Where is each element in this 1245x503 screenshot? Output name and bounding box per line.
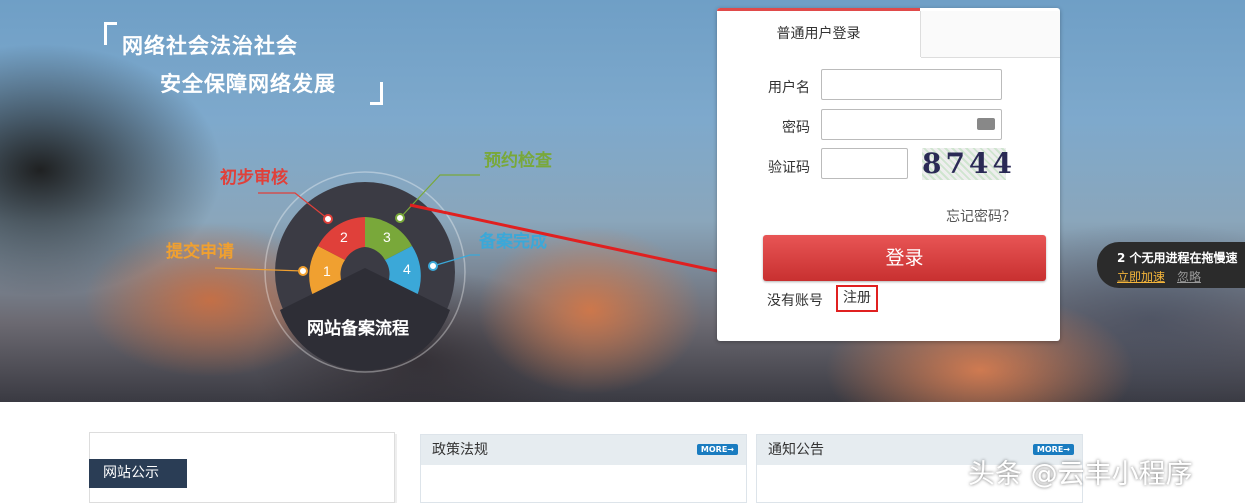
toast-text: 2 个无用进程在拖慢速 <box>1117 251 1238 265</box>
password-label: 密码 <box>782 120 810 136</box>
policy-more-button[interactable]: MORE→ <box>696 444 738 455</box>
notice-tab[interactable]: 网站公示 <box>89 459 187 488</box>
captcha-input[interactable] <box>821 148 908 179</box>
password-input[interactable] <box>821 109 1002 140</box>
keyboard-icon[interactable] <box>977 118 995 130</box>
policy-panel: 政策法规 MORE→ <box>420 434 747 503</box>
forgot-password-link[interactable]: 忘记密码？ <box>946 206 1016 226</box>
username-label: 用户名 <box>768 80 810 96</box>
username-input[interactable] <box>821 69 1002 100</box>
toast-speedup-link[interactable]: 立即加速 <box>1117 268 1165 285</box>
tab-user-login[interactable]: 普通用户登录 <box>717 11 921 57</box>
register-link[interactable]: 注册 <box>836 285 878 312</box>
notice-title: 通知公告 <box>768 442 824 458</box>
toast-ignore-link[interactable]: 忽略 <box>1177 268 1201 285</box>
captcha-image[interactable]: 8744 <box>922 148 1012 180</box>
speedup-toast: 2 个无用进程在拖慢速 立即加速 忽略 <box>1097 242 1245 288</box>
watermark: 头条 @云丰小程序 <box>968 459 1193 490</box>
login-button[interactable]: 登录 <box>763 235 1046 281</box>
policy-title: 政策法规 <box>432 442 488 458</box>
no-account-text: 没有账号 <box>767 293 823 309</box>
captcha-label: 验证码 <box>768 160 810 176</box>
